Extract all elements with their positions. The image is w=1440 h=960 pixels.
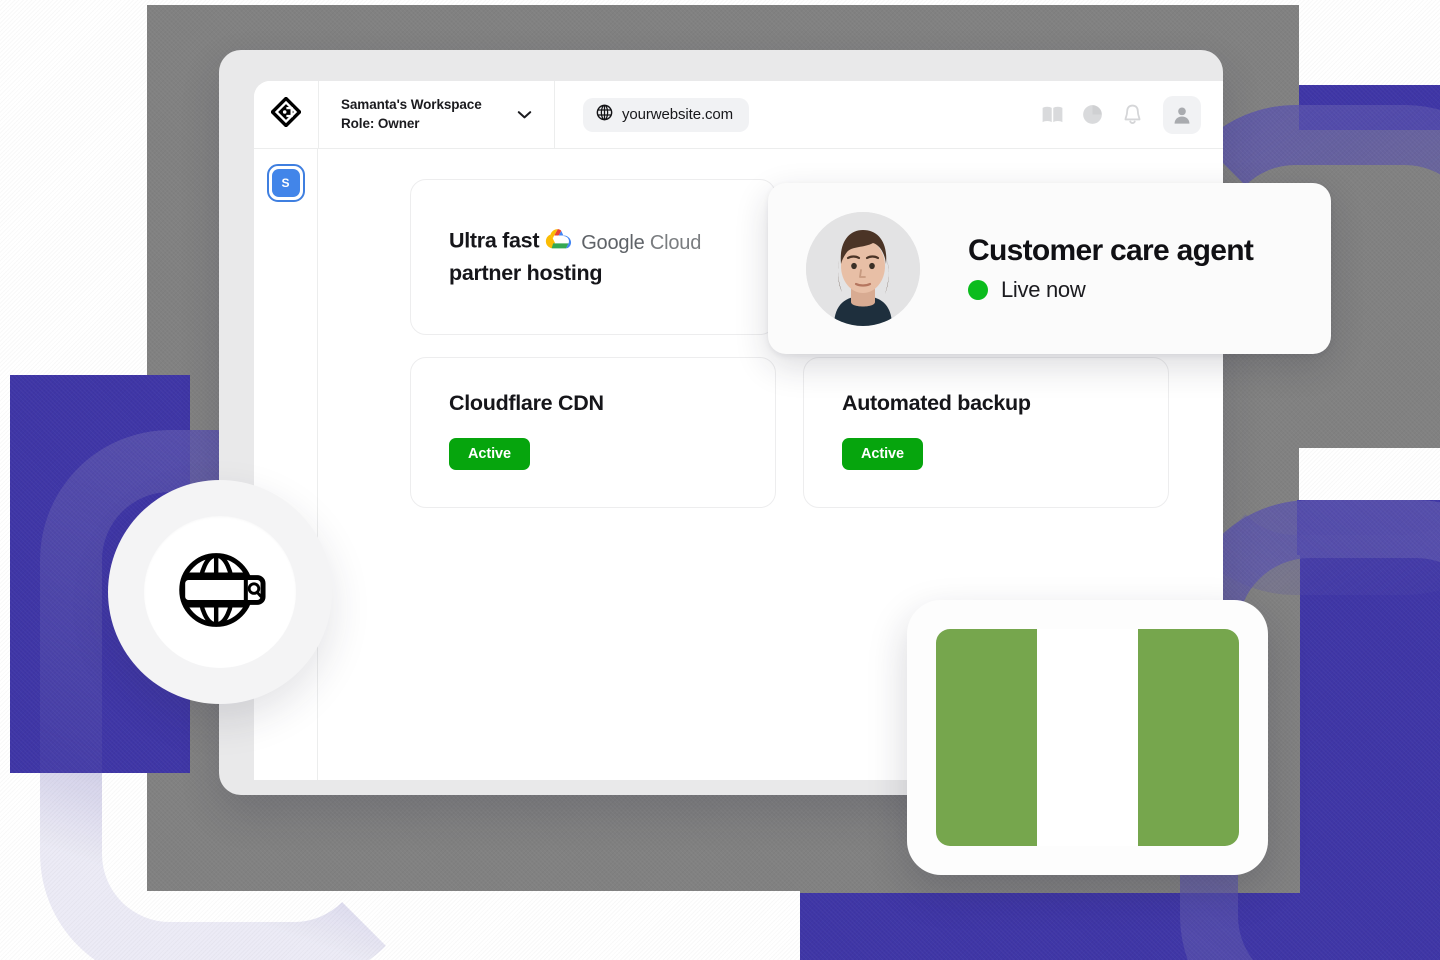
- book-icon[interactable]: [1039, 102, 1065, 128]
- google-cloud-lockup: Google Cloud: [545, 227, 701, 259]
- workspace-switcher[interactable]: Samanta's Workspace Role: Owner: [319, 81, 555, 148]
- sidebar-item-site[interactable]: S: [266, 164, 305, 202]
- sidebar-item-label: S: [271, 169, 300, 197]
- agent-portrait-photo: [806, 211, 920, 326]
- card-backup-status-badge: Active: [842, 438, 923, 470]
- flag-stripe-green-right: [1137, 629, 1239, 846]
- address-bar[interactable]: yourwebsite.com: [583, 97, 750, 132]
- flag-stripe-green-left: [936, 629, 1038, 846]
- globe-icon: [596, 104, 613, 126]
- card-hosting-title-line2: partner hosting: [449, 260, 603, 285]
- topbar-actions: [1039, 95, 1201, 134]
- card-backup[interactable]: Automated backup Active: [803, 357, 1169, 508]
- chevron-down-icon[interactable]: [517, 110, 532, 119]
- status-dot-icon: [968, 280, 988, 300]
- app-topbar: Samanta's Workspace Role: Owner yourwebs…: [254, 81, 1223, 149]
- globe-domain-search-icon: [170, 546, 270, 639]
- flag-stripe-white: [1037, 629, 1138, 846]
- customer-care-agent-card[interactable]: Customer care agent Live now: [768, 183, 1331, 354]
- domain-search-bubble-inner: [144, 516, 296, 668]
- card-cdn-status-badge: Active: [449, 438, 530, 470]
- agent-meta: Customer care agent Live now: [968, 234, 1254, 303]
- country-flag-card[interactable]: [907, 600, 1268, 875]
- workspace-role: Role: Owner: [341, 115, 420, 131]
- workspace-name: Samanta's Workspace: [341, 97, 482, 113]
- card-cdn[interactable]: Cloudflare CDN Active: [410, 357, 776, 508]
- agent-status: Live now: [968, 277, 1253, 303]
- cloud-word: Cloud: [649, 231, 702, 254]
- card-backup-title: Automated backup: [842, 391, 1031, 415]
- google-cloud-logo-icon: [545, 227, 574, 259]
- bell-icon[interactable]: [1119, 102, 1145, 128]
- card-hosting-title-line1: Ultra fast: [449, 229, 540, 254]
- user-avatar-icon[interactable]: [1163, 95, 1201, 134]
- dashboard-card-row-bottom: Cloudflare CDN Active Automated backup A…: [410, 357, 1223, 508]
- brand-logo-cell[interactable]: [254, 81, 319, 148]
- google-word: Google: [581, 231, 645, 254]
- agent-name: Customer care agent: [968, 234, 1254, 267]
- pie-chart-icon[interactable]: [1079, 102, 1105, 128]
- domain-search-bubble[interactable]: [108, 480, 332, 704]
- google-cloud-wordmark: Google Cloud: [581, 230, 701, 257]
- card-hosting[interactable]: Ultra fast Google Cloud partner hosting: [410, 179, 776, 335]
- address-bar-value: yourwebsite.com: [622, 106, 734, 123]
- card-cdn-title: Cloudflare CDN: [449, 391, 604, 415]
- nigeria-flag-icon: [936, 629, 1239, 846]
- agent-status-label: Live now: [1001, 277, 1086, 302]
- diamond-brand-logo-icon: [270, 96, 302, 132]
- card-hosting-title: Ultra fast Google Cloud partner hosting: [449, 226, 701, 287]
